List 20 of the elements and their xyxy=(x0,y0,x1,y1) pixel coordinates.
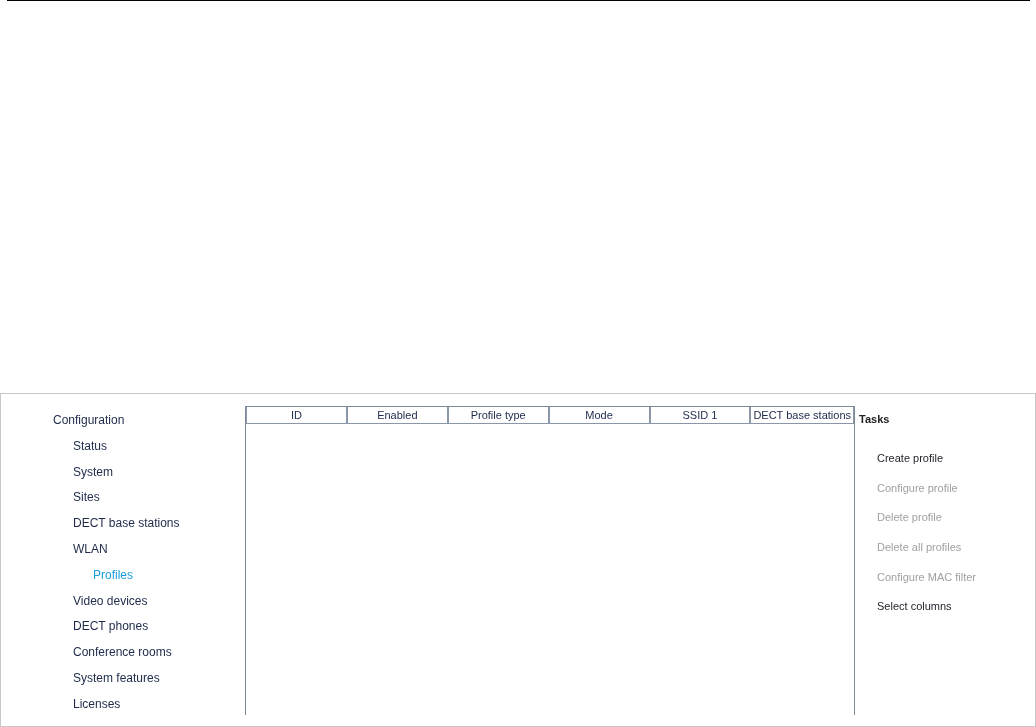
task-link[interactable]: Select columns xyxy=(859,600,1035,631)
nav-item[interactable]: Conference rooms xyxy=(1,644,245,670)
nav-item[interactable]: System xyxy=(1,463,245,490)
nav-item[interactable]: Status xyxy=(1,437,245,464)
nav-item[interactable]: Licenses xyxy=(1,695,245,722)
column-header[interactable]: ID xyxy=(246,407,347,424)
nav-item[interactable]: System features xyxy=(1,669,245,696)
nav-item[interactable]: DECT phones xyxy=(1,618,245,645)
column-header[interactable]: Profile type xyxy=(447,407,549,424)
nav-item[interactable]: WLAN xyxy=(1,541,245,567)
column-header[interactable]: DECT base stations xyxy=(750,407,854,424)
column-header[interactable]: Enabled xyxy=(346,407,448,424)
nav-item[interactable]: Sites xyxy=(1,489,245,516)
task-link[interactable]: Create profile xyxy=(859,452,1035,482)
nav-item[interactable]: DECT base stations xyxy=(1,515,245,541)
nav-item[interactable]: Configuration xyxy=(1,412,245,438)
tasks-title: Tasks xyxy=(859,413,891,427)
nav-item[interactable]: Video devices xyxy=(1,592,245,619)
column-header[interactable]: SSID 1 xyxy=(649,407,751,424)
column-header[interactable]: Mode xyxy=(548,407,650,424)
